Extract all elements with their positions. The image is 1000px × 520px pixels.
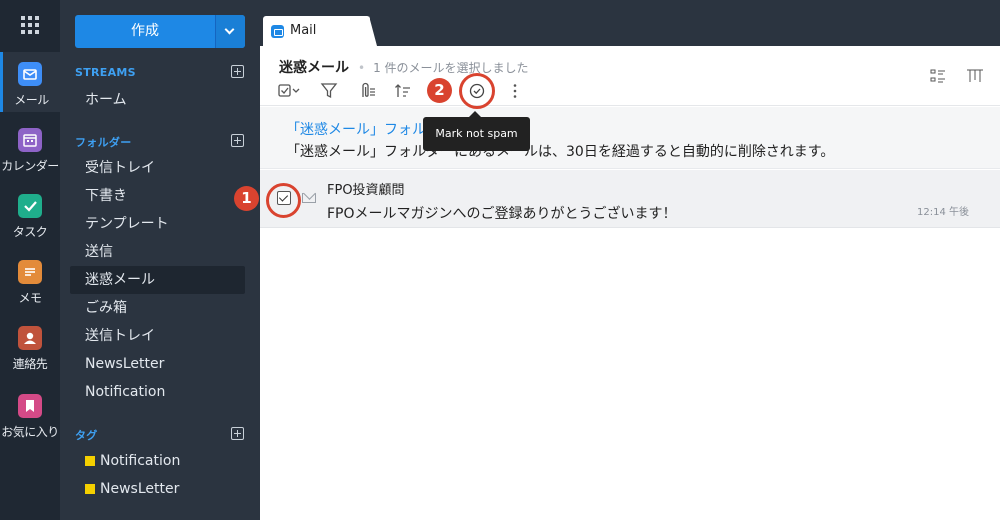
tags-title: タグ xyxy=(75,429,98,442)
app-launcher-icon[interactable] xyxy=(21,16,39,34)
sidebar-item-drafts[interactable]: 下書き xyxy=(70,182,245,210)
filter-icon[interactable] xyxy=(318,80,342,102)
compose-label: 作成 xyxy=(131,23,159,39)
sidebar-item-trash[interactable]: ごみ箱 xyxy=(70,294,245,322)
tag-label: Notification xyxy=(100,453,181,469)
list-header: 迷惑メール 1 件のメールを選択しました xyxy=(260,46,1000,106)
sidebar-item-inbox[interactable]: 受信トレイ xyxy=(70,154,245,182)
rail-label: メール xyxy=(14,93,49,107)
spam-retention-notice: 「迷惑メール」フォルダーにあるメールは、30日を経過すると自動的に削除されます。 xyxy=(286,144,835,160)
message-time: 12:14 午後 xyxy=(917,207,969,218)
select-checkbox-dropdown[interactable] xyxy=(277,80,301,102)
more-options-icon[interactable] xyxy=(504,80,528,102)
rail-label: 連絡先 xyxy=(12,357,48,371)
rail-item-favorites[interactable]: お気に入り xyxy=(0,384,60,444)
mail-tab-icon xyxy=(271,25,284,38)
rail-item-mail[interactable]: メール xyxy=(0,52,60,112)
message-subject: FPOメールマガジンへのご登録ありがとうございます！ xyxy=(327,206,677,222)
tag-color-icon xyxy=(85,484,95,494)
sidebar-item-templates[interactable]: テンプレート xyxy=(70,210,245,238)
list-view-icon[interactable] xyxy=(930,68,946,84)
tag-label: NewsLetter xyxy=(100,481,180,497)
attachment-filter-icon[interactable] xyxy=(355,80,379,102)
task-icon xyxy=(18,194,42,218)
message-sender: FPO投資顧問 xyxy=(327,183,405,198)
tag-item-newsletter[interactable]: NewsLetter xyxy=(70,475,245,503)
rail-item-notes[interactable]: メモ xyxy=(0,250,60,310)
rail-item-tasks[interactable]: タスク xyxy=(0,184,60,244)
app-rail: メール カレンダー タスク メモ 連絡先 お気に入り xyxy=(0,0,60,520)
contacts-icon xyxy=(18,326,42,350)
tag-color-icon xyxy=(85,456,95,466)
tab-label: Mail xyxy=(290,23,317,38)
rail-label: タスク xyxy=(12,225,48,239)
spam-info-banner: 「迷惑メール」フォル 「迷惑メール」フォルダーにあるメールは、30日を経過すると… xyxy=(260,107,1000,169)
sidebar-item-outbox[interactable]: 送信トレイ xyxy=(70,322,245,350)
notes-icon xyxy=(18,260,42,284)
column-view-icon[interactable] xyxy=(966,68,983,84)
add-folder-icon[interactable] xyxy=(231,134,244,147)
compose-button[interactable]: 作成 xyxy=(75,15,245,48)
mark-not-spam-tooltip: Mark not spam xyxy=(423,111,530,151)
rail-item-calendar[interactable]: カレンダー xyxy=(0,118,60,178)
selection-status: 1 件のメールを選択しました xyxy=(358,59,528,76)
streams-title: STREAMS xyxy=(75,66,136,79)
step2-badge: 2 xyxy=(427,78,452,103)
sidebar-item-notification[interactable]: Notification xyxy=(70,378,245,406)
add-tag-icon[interactable] xyxy=(231,427,244,440)
sidebar-item-sent[interactable]: 送信 xyxy=(70,238,245,266)
rail-label: メモ xyxy=(18,291,42,305)
compose-menu-chevron-icon[interactable] xyxy=(215,15,245,48)
spam-folder-link[interactable]: 「迷惑メール」フォル xyxy=(286,119,426,139)
mail-list-pane: 迷惑メール 1 件のメールを選択しました 「迷惑メール」フォル 「迷惑メール」フ… xyxy=(260,46,1000,520)
bookmark-icon xyxy=(18,394,42,418)
add-stream-icon[interactable] xyxy=(231,65,244,78)
tab-bar: Mail xyxy=(260,0,1000,46)
sidebar: 作成 STREAMS ホーム フォルダー 受信トレイ 下書き テンプレート 送信… xyxy=(60,0,260,520)
message-row[interactable]: FPO投資顧問 FPOメールマガジンへのご登録ありがとうございます！ 12:14… xyxy=(260,170,1000,228)
rail-item-contacts[interactable]: 連絡先 xyxy=(0,316,60,376)
sort-icon[interactable] xyxy=(392,80,416,102)
step1-badge: 1 xyxy=(234,186,259,211)
calendar-icon xyxy=(18,128,42,152)
mail-icon xyxy=(18,62,42,86)
tag-item-notification[interactable]: Notification xyxy=(70,447,245,475)
sidebar-item-home[interactable]: ホーム xyxy=(70,86,245,114)
rail-label: カレンダー xyxy=(1,159,59,173)
sidebar-item-spam[interactable]: 迷惑メール xyxy=(70,266,245,294)
rail-label: お気に入り xyxy=(1,425,59,439)
sidebar-item-newsletter[interactable]: NewsLetter xyxy=(70,350,245,378)
folders-title: フォルダー xyxy=(75,136,132,149)
envelope-open-icon xyxy=(302,193,316,203)
step2-highlight-ring xyxy=(459,73,495,109)
step1-highlight-ring xyxy=(266,183,301,218)
folder-title: 迷惑メール xyxy=(279,60,349,76)
tab-mail[interactable]: Mail xyxy=(263,16,377,46)
